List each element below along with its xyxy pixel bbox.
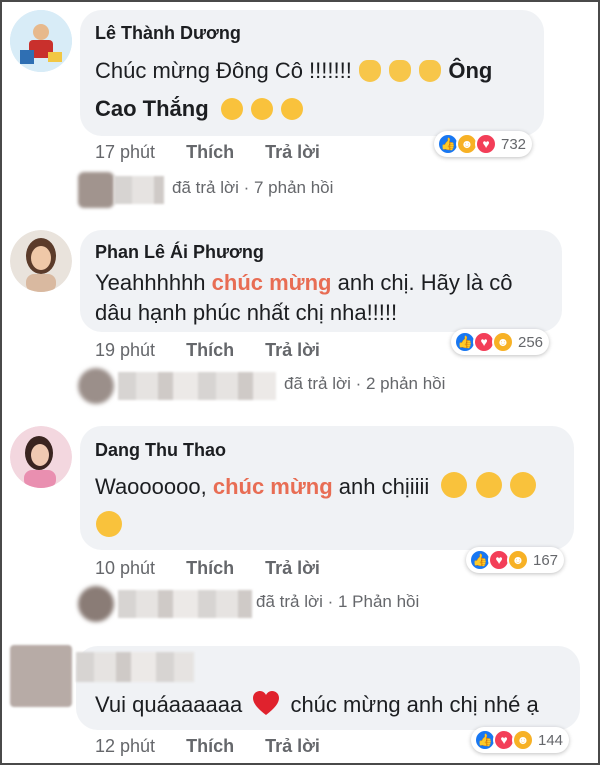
red-heart-icon	[252, 690, 280, 716]
comment-text: Chúc mừng Đông Cô !!!!!!! Ông	[95, 52, 540, 90]
comment-text-pre: Yeahhhhhh	[95, 270, 212, 295]
comment-author[interactable]: Dang Thu Thao	[95, 440, 226, 461]
comment-time[interactable]: 19 phút	[95, 340, 155, 360]
blurred-avatar	[10, 645, 72, 707]
heart-eyes-icon	[509, 472, 536, 498]
like-link[interactable]: Thích	[186, 142, 234, 162]
partying-face-icon	[220, 98, 243, 120]
reaction-count: 732	[501, 135, 527, 153]
heart-eyes-icon	[475, 472, 502, 498]
avatar	[78, 586, 114, 622]
haha-reaction-icon: ☻	[492, 331, 514, 353]
comment-text-line2: dâu hạnh phúc nhất chị nha!!!!!	[95, 300, 398, 325]
reaction-count: 144	[538, 731, 564, 749]
reply-link[interactable]: Trả lời	[265, 558, 320, 578]
haha-reaction-icon: ☻	[507, 549, 529, 571]
comment-text-line2-row: Cao Thắng	[95, 90, 304, 128]
haha-reaction-icon: ☻	[512, 729, 534, 751]
comment-meta: 17 phút Thích Trả lời	[95, 142, 346, 163]
blurred-author	[76, 652, 194, 682]
comment-text: Vui quáaaaaaa chúc mừng anh chị nhé ạ	[95, 686, 575, 724]
comment-time[interactable]: 17 phút	[95, 142, 155, 162]
replies-text: đã trả lời · 7 phản hồi	[172, 178, 334, 197]
avatar[interactable]	[10, 426, 72, 488]
comment-text-line1: Chúc mừng Đông Cô !!!!!!!	[95, 58, 358, 83]
reaction-count: 167	[533, 551, 559, 569]
avatar	[78, 368, 114, 404]
clapping-hands-icon	[419, 60, 442, 82]
comment-time[interactable]: 10 phút	[95, 558, 155, 578]
replies-text: đã trả lời · 2 phản hồi	[284, 374, 446, 393]
reaction-summary[interactable]: 👍 ☻ ♥ 732	[434, 131, 533, 157]
avatar[interactable]	[10, 10, 72, 72]
clapping-hands-icon	[389, 60, 412, 82]
partying-face-icon	[250, 98, 273, 120]
blurred-name	[118, 372, 276, 400]
blurred-name	[118, 590, 252, 618]
replies-text: đã trả lời · 1 Phản hồi	[256, 592, 420, 611]
heart-eyes-icon	[441, 472, 468, 498]
avatar[interactable]	[10, 230, 72, 292]
like-link[interactable]: Thích	[186, 340, 234, 360]
like-link[interactable]: Thích	[186, 558, 234, 578]
reaction-summary[interactable]: 👍 ♥ ☻ 144	[471, 727, 570, 753]
comment-thread: Lê Thành Dương Chúc mừng Đông Cô !!!!!!!…	[0, 0, 600, 765]
heart-eyes-icon	[96, 511, 122, 537]
partying-face-icon	[281, 98, 304, 120]
comment-text-pre: Vui quáaaaaaa	[95, 692, 249, 717]
love-reaction-icon: ♥	[475, 133, 497, 155]
like-link[interactable]: Thích	[186, 736, 234, 756]
comment-text-highlight: chúc mừng	[211, 270, 332, 295]
comment-meta: 10 phút Thích Trả lời	[95, 558, 346, 579]
replies-summary[interactable]: đã trả lời · 2 phản hồi	[78, 368, 498, 408]
comment-meta: 19 phút Thích Trả lời	[95, 340, 346, 361]
comment-text-highlight: chúc mừng	[212, 474, 333, 499]
comment-text: Waoooooo, chúc mừng anh chịiiii	[95, 468, 565, 506]
comment-text-line2	[95, 507, 123, 545]
reaction-summary[interactable]: 👍 ♥ ☻ 167	[466, 547, 565, 573]
reply-link[interactable]: Trả lời	[265, 142, 320, 162]
comment-text-post: anh chịiiii	[332, 474, 430, 499]
reply-link[interactable]: Trả lời	[265, 340, 320, 360]
reaction-count: 256	[518, 333, 544, 351]
comment-text-pre: Waoooooo,	[95, 474, 213, 499]
replies-summary[interactable]: đã trả lời · 1 Phản hồi	[78, 586, 478, 626]
reply-link[interactable]: Trả lời	[265, 736, 320, 756]
comment-meta: 12 phút Thích Trả lời	[95, 736, 346, 757]
comment-author[interactable]: Phan Lê Ái Phương	[95, 242, 264, 263]
avatar	[78, 172, 114, 208]
comment-text-tail: Ông	[448, 58, 493, 83]
comment-text-post: anh chị. Hãy là cô	[331, 270, 513, 295]
comment-author[interactable]: Lê Thành Dương	[95, 23, 241, 44]
comment-time[interactable]: 12 phút	[95, 736, 155, 756]
replies-summary[interactable]: đã trả lời · 7 phản hồi	[78, 172, 378, 212]
comment-text-line2: Cao Thắng	[95, 96, 209, 121]
clapping-hands-icon	[358, 60, 381, 82]
comment-text-post: chúc mừng anh chị nhé ạ	[284, 692, 539, 717]
reaction-summary[interactable]: 👍 ♥ ☻ 256	[451, 329, 550, 355]
blurred-name	[114, 176, 164, 204]
